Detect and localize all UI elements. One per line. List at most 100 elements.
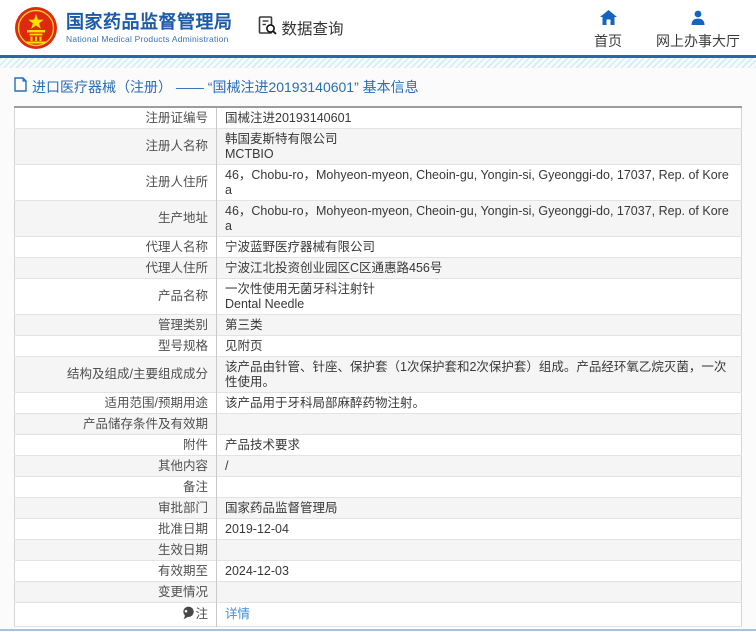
row-label-cell: 注册人住所: [15, 165, 217, 201]
row-value: 国家药品监督管理局: [225, 501, 338, 515]
row-value: 宁波江北投资创业园区C区通惠路456号: [225, 261, 442, 275]
row-value: 韩国麦斯特有限公司 MCTBIO: [225, 132, 338, 161]
row-label: 结构及组成/主要组成成分: [67, 367, 208, 381]
row-value-cell: 46，Chobu-ro，Mohyeon-myeon, Cheoin-gu, Yo…: [217, 165, 742, 201]
bottom-divider: [0, 629, 756, 631]
row-label-cell: 生产地址: [15, 201, 217, 237]
row-label-cell: 其他内容: [15, 456, 217, 477]
table-row: 其他内容 /: [15, 456, 742, 477]
table-row: 型号规格 见附页: [15, 336, 742, 357]
row-value: 该产品用于牙科局部麻醉药物注射。: [225, 396, 425, 410]
nav-home-label: 首页: [594, 33, 622, 49]
nav-service-hall[interactable]: 网上办事大厅: [656, 6, 740, 49]
document-search-icon: [257, 15, 278, 41]
row-value: 一次性使用无菌牙科注射针 Dental Needle: [225, 282, 375, 311]
row-label: 代理人住所: [145, 261, 208, 275]
row-label-cell: 适用范围/预期用途: [15, 393, 217, 414]
row-value: 2024-12-03: [225, 564, 289, 578]
page: 国家药品监督管理局 National Medical Products Admi…: [0, 0, 756, 632]
row-label-cell: 注册证编号: [15, 107, 217, 129]
row-label: 生产地址: [158, 211, 208, 225]
table-row: 管理类别 第三类: [15, 315, 742, 336]
nmpa-logo[interactable]: [14, 6, 58, 50]
brand[interactable]: 国家药品监督管理局 National Medical Products Admi…: [66, 11, 233, 45]
row-label-cell: 注册人名称: [15, 129, 217, 165]
row-label: 其他内容: [158, 459, 208, 473]
main-content: 进口医疗器械（注册） —— “国械注进20193140601” 基本信息 注册证…: [0, 68, 756, 627]
row-value-cell: 宁波蓝野医疗器械有限公司: [217, 237, 742, 258]
row-label-cell: 结构及组成/主要组成成分: [15, 357, 217, 393]
row-label-cell: 审批部门: [15, 498, 217, 519]
table-row: 变更情况: [15, 582, 742, 603]
site-header: 国家药品监督管理局 National Medical Products Admi…: [0, 0, 756, 58]
table-row: 批准日期 2019-12-04: [15, 519, 742, 540]
home-icon: [600, 10, 617, 30]
nav-home[interactable]: 首页: [594, 6, 622, 49]
brand-title: 国家药品监督管理局: [66, 11, 233, 33]
row-label: 生效日期: [158, 543, 208, 557]
row-value-cell: 第三类: [217, 315, 742, 336]
table-row: 注册人名称 韩国麦斯特有限公司 MCTBIO: [15, 129, 742, 165]
row-label: 产品名称: [158, 289, 208, 303]
row-value: 46，Chobu-ro，Mohyeon-myeon, Cheoin-gu, Yo…: [225, 204, 729, 233]
table-row: 注 详情: [15, 603, 742, 627]
row-label-cell: 有效期至: [15, 561, 217, 582]
row-label-cell: 管理类别: [15, 315, 217, 336]
row-value-cell: [217, 540, 742, 561]
row-value: 宁波蓝野医疗器械有限公司: [225, 240, 375, 254]
row-label-cell: 代理人住所: [15, 258, 217, 279]
row-value-cell: 详情: [217, 603, 742, 627]
nav-service-hall-label: 网上办事大厅: [656, 33, 740, 49]
row-value-cell: 46，Chobu-ro，Mohyeon-myeon, Cheoin-gu, Yo…: [217, 201, 742, 237]
data-query-label: 数据查询: [282, 17, 344, 39]
document-icon: [14, 77, 27, 97]
row-label: 审批部门: [158, 501, 208, 515]
info-table: 注册证编号 国械注进20193140601 注册人名称 韩国麦斯特有限公司 MC…: [14, 106, 742, 627]
row-value-cell: [217, 582, 742, 603]
table-row: 产品储存条件及有效期: [15, 414, 742, 435]
user-icon: [690, 10, 706, 30]
row-label-cell: 代理人名称: [15, 237, 217, 258]
table-row: 生产地址 46，Chobu-ro，Mohyeon-myeon, Cheoin-g…: [15, 201, 742, 237]
table-row: 代理人名称 宁波蓝野医疗器械有限公司: [15, 237, 742, 258]
row-value-cell: 国家药品监督管理局: [217, 498, 742, 519]
row-label-cell: 变更情况: [15, 582, 217, 603]
row-value-cell: 韩国麦斯特有限公司 MCTBIO: [217, 129, 742, 165]
row-label-cell: 备注: [15, 477, 217, 498]
row-value: /: [225, 459, 228, 473]
row-label-cell: 生效日期: [15, 540, 217, 561]
row-label-cell: 注: [15, 603, 217, 627]
row-label: 管理类别: [158, 318, 208, 332]
breadcrumb-text: 进口医疗器械（注册） —— “国械注进20193140601” 基本信息: [32, 77, 419, 97]
table-row: 审批部门 国家药品监督管理局: [15, 498, 742, 519]
data-query-link[interactable]: 数据查询: [257, 15, 344, 41]
table-row: 备注: [15, 477, 742, 498]
table-row: 代理人住所 宁波江北投资创业园区C区通惠路456号: [15, 258, 742, 279]
table-row: 适用范围/预期用途 该产品用于牙科局部麻醉药物注射。: [15, 393, 742, 414]
note-icon: [182, 606, 194, 624]
row-label: 变更情况: [158, 585, 208, 599]
table-row: 有效期至 2024-12-03: [15, 561, 742, 582]
table-row: 结构及组成/主要组成成分 该产品由针管、针座、保护套（1次保护套和2次保护套）组…: [15, 357, 742, 393]
row-value-cell: 国械注进20193140601: [217, 107, 742, 129]
breadcrumb: 进口医疗器械（注册） —— “国械注进20193140601” 基本信息: [14, 77, 742, 97]
row-label: 备注: [183, 480, 208, 494]
row-label: 批准日期: [158, 522, 208, 536]
row-value: 该产品由针管、针座、保护套（1次保护套和2次保护套）组成。产品经环氧乙烷灭菌，一…: [225, 360, 726, 389]
row-label: 注册证编号: [145, 111, 208, 125]
row-label-cell: 附件: [15, 435, 217, 456]
row-value-cell: 产品技术要求: [217, 435, 742, 456]
table-row: 注册人住所 46，Chobu-ro，Mohyeon-myeon, Cheoin-…: [15, 165, 742, 201]
row-label: 注册人名称: [145, 139, 208, 153]
row-value-cell: 该产品用于牙科局部麻醉药物注射。: [217, 393, 742, 414]
row-label: 附件: [183, 438, 208, 452]
details-link[interactable]: 详情: [225, 607, 250, 621]
row-value-cell: 2019-12-04: [217, 519, 742, 540]
row-label: 有效期至: [158, 564, 208, 578]
row-label: 产品储存条件及有效期: [83, 417, 208, 431]
table-row: 附件 产品技术要求: [15, 435, 742, 456]
row-value-cell: 该产品由针管、针座、保护套（1次保护套和2次保护套）组成。产品经环氧乙烷灭菌，一…: [217, 357, 742, 393]
row-value-cell: 见附页: [217, 336, 742, 357]
row-label-cell: 批准日期: [15, 519, 217, 540]
row-label: 代理人名称: [145, 240, 208, 254]
